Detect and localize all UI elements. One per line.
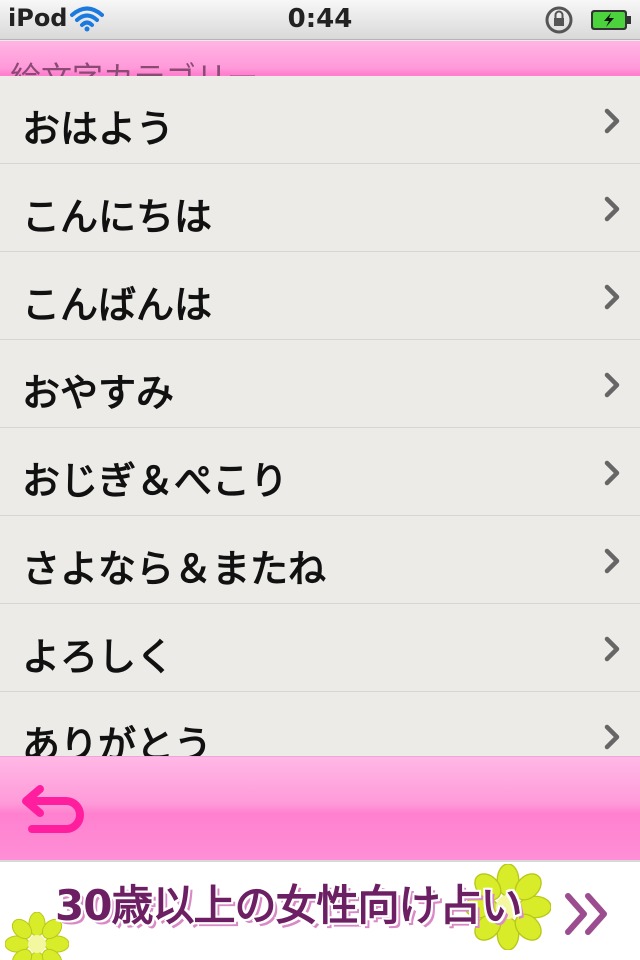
list-item[interactable]: おはよう: [0, 76, 640, 164]
chevron-right-icon: [604, 724, 620, 750]
chevron-right-icon: [604, 108, 620, 134]
return-arrow-icon[interactable]: [18, 779, 88, 839]
list-item-label: こんばんは: [22, 283, 213, 327]
list-item-label: こんにちは: [22, 195, 213, 239]
list-item-label: ありがとう: [22, 723, 213, 756]
list-item[interactable]: さよなら＆またね: [0, 516, 640, 604]
category-list[interactable]: おはよう こんにちは こんばんは おやすみ おじぎ＆ぺこり さよなら＆またね よ…: [0, 76, 640, 756]
chevron-right-icon: [604, 636, 620, 662]
list-item[interactable]: こんにちは: [0, 164, 640, 252]
list-item[interactable]: ありがとう: [0, 692, 640, 756]
chevron-right-icon: [604, 460, 620, 486]
list-item-label: おやすみ: [22, 371, 175, 415]
double-chevron-right-icon: [565, 893, 607, 935]
battery-icon: [591, 10, 631, 30]
status-bar: iPod 0:44: [0, 0, 640, 40]
list-item-label: おはよう: [22, 107, 175, 151]
list-item-label: おじぎ＆ぺこり: [22, 459, 289, 503]
bottom-toolbar: [0, 756, 640, 860]
list-item[interactable]: こんばんは: [0, 252, 640, 340]
ad-text: 30歳以上の女性向け占い: [55, 881, 522, 930]
list-item[interactable]: よろしく: [0, 604, 640, 692]
chevron-right-icon: [604, 196, 620, 222]
ad-banner[interactable]: 30歳以上の女性向け占い: [0, 860, 640, 960]
list-item-label: よろしく: [22, 635, 175, 679]
rotation-lock-icon: [545, 6, 573, 34]
list-item[interactable]: おやすみ: [0, 340, 640, 428]
chevron-right-icon: [604, 284, 620, 310]
list-item[interactable]: おじぎ＆ぺこり: [0, 428, 640, 516]
chevron-right-icon: [604, 548, 620, 574]
chevron-right-icon: [604, 372, 620, 398]
list-item-label: さよなら＆またね: [22, 547, 327, 591]
